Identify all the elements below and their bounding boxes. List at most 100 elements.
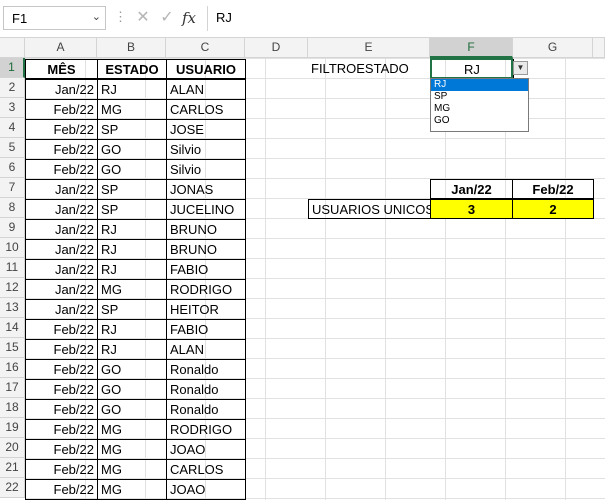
dropdown-arrow-icon[interactable]: ▼ xyxy=(513,61,528,75)
column-header-a[interactable]: A xyxy=(25,38,97,58)
table-header-1[interactable]: ESTADO xyxy=(97,59,167,79)
table-cell[interactable]: GO xyxy=(97,139,167,160)
table-cell[interactable]: RODRIGO xyxy=(166,279,246,300)
table-cell[interactable]: Silvio xyxy=(166,139,246,160)
row-header-7[interactable]: 7 xyxy=(0,178,25,198)
column-header-e[interactable]: E xyxy=(308,38,430,58)
dropdown-option-go[interactable]: GO xyxy=(431,115,528,127)
row-header-8[interactable]: 8 xyxy=(0,198,25,218)
table-cell[interactable]: Feb/22 xyxy=(25,419,98,440)
row-header-10[interactable]: 10 xyxy=(0,238,25,258)
table-cell[interactable]: Ronaldo xyxy=(166,359,246,380)
table-cell[interactable]: GO xyxy=(97,159,167,180)
row-header-6[interactable]: 6 xyxy=(0,158,25,178)
row-header-21[interactable]: 21 xyxy=(0,458,25,478)
row-header-14[interactable]: 14 xyxy=(0,318,25,338)
row-header-19[interactable]: 19 xyxy=(0,418,25,438)
table-cell[interactable]: Jan/22 xyxy=(25,259,98,280)
row-header-22[interactable]: 22 xyxy=(0,478,25,498)
select-all-corner[interactable] xyxy=(0,38,25,58)
dropdown-option-sp[interactable]: SP xyxy=(431,91,528,103)
more-options-icon[interactable]: ⋮ xyxy=(114,9,127,25)
table-cell[interactable]: RJ xyxy=(97,259,167,280)
table-cell[interactable]: RJ xyxy=(97,339,167,360)
table-cell[interactable]: Jan/22 xyxy=(25,219,98,240)
table-cell[interactable]: HEITOR xyxy=(166,299,246,320)
table-cell[interactable]: JOAO xyxy=(166,439,246,460)
table-cell[interactable]: Feb/22 xyxy=(25,159,98,180)
table-cell[interactable]: Feb/22 xyxy=(25,379,98,400)
row-header-13[interactable]: 13 xyxy=(0,298,25,318)
name-box[interactable]: F1 ⌄ xyxy=(3,6,106,30)
column-header-b[interactable]: B xyxy=(97,38,166,58)
column-header-d[interactable]: D xyxy=(245,38,308,58)
table-cell[interactable]: Feb/22 xyxy=(25,319,98,340)
row-header-18[interactable]: 18 xyxy=(0,398,25,418)
row-header-20[interactable]: 20 xyxy=(0,438,25,458)
table-cell[interactable]: FABIO xyxy=(166,259,246,280)
cancel-icon[interactable]: ✕ xyxy=(132,6,154,30)
table-cell[interactable]: BRUNO xyxy=(166,239,246,260)
table-cell[interactable]: JUCELINO xyxy=(166,199,246,220)
table-cell[interactable]: Jan/22 xyxy=(25,179,98,200)
table-cell[interactable]: RJ xyxy=(97,219,167,240)
table-cell[interactable]: RJ xyxy=(97,319,167,340)
table-cell[interactable]: Jan/22 xyxy=(25,79,98,100)
row-header-16[interactable]: 16 xyxy=(0,358,25,378)
table-cell[interactable]: CARLOS xyxy=(166,459,246,480)
row-header-3[interactable]: 3 xyxy=(0,98,25,118)
insert-function-icon[interactable]: fx xyxy=(182,6,204,30)
table-cell[interactable]: Feb/22 xyxy=(25,339,98,360)
table-cell[interactable]: CARLOS xyxy=(166,99,246,120)
table-cell[interactable]: ALAN xyxy=(166,339,246,360)
table-cell[interactable]: RJ xyxy=(97,239,167,260)
table-cell[interactable]: Jan/22 xyxy=(25,299,98,320)
table-cell[interactable]: MG xyxy=(97,419,167,440)
table-cell[interactable]: Feb/22 xyxy=(25,479,98,500)
column-header-c[interactable]: C xyxy=(166,38,245,58)
summary-value-jan[interactable]: 3 xyxy=(430,199,513,219)
column-header-h[interactable] xyxy=(593,38,605,58)
row-header-17[interactable]: 17 xyxy=(0,378,25,398)
row-header-15[interactable]: 15 xyxy=(0,338,25,358)
table-cell[interactable]: JOSE xyxy=(166,119,246,140)
table-cell[interactable]: MG xyxy=(97,279,167,300)
row-header-4[interactable]: 4 xyxy=(0,118,25,138)
table-cell[interactable]: MG xyxy=(97,439,167,460)
table-cell[interactable]: Feb/22 xyxy=(25,139,98,160)
table-cell[interactable]: MG xyxy=(97,459,167,480)
table-cell[interactable]: MG xyxy=(97,479,167,500)
table-cell[interactable]: Feb/22 xyxy=(25,439,98,460)
dropdown-option-mg[interactable]: MG xyxy=(431,103,528,115)
table-cell[interactable]: Feb/22 xyxy=(25,119,98,140)
table-cell[interactable]: JONAS xyxy=(166,179,246,200)
table-cell[interactable]: Feb/22 xyxy=(25,399,98,420)
table-cell[interactable]: GO xyxy=(97,359,167,380)
summary-month-feb[interactable]: Feb/22 xyxy=(512,179,594,199)
row-header-5[interactable]: 5 xyxy=(0,138,25,158)
column-header-f[interactable]: F xyxy=(430,38,513,58)
table-cell[interactable]: Feb/22 xyxy=(25,459,98,480)
table-cell[interactable]: GO xyxy=(97,379,167,400)
table-cell[interactable]: GO xyxy=(97,399,167,420)
dropdown-option-rj[interactable]: RJ xyxy=(431,79,528,91)
table-cell[interactable]: RJ xyxy=(97,79,167,100)
table-cell[interactable]: Feb/22 xyxy=(25,99,98,120)
table-cell[interactable]: Ronaldo xyxy=(166,379,246,400)
table-header-0[interactable]: MÊS xyxy=(25,59,98,79)
row-header-9[interactable]: 9 xyxy=(0,218,25,238)
summary-value-feb[interactable]: 2 xyxy=(512,199,594,219)
table-cell[interactable]: MG xyxy=(97,99,167,120)
table-cell[interactable]: BRUNO xyxy=(166,219,246,240)
formula-input[interactable]: RJ xyxy=(216,10,232,25)
row-header-1[interactable]: 1 xyxy=(0,58,25,78)
table-cell[interactable]: ALAN xyxy=(166,79,246,100)
table-header-2[interactable]: USUARIO xyxy=(166,59,246,79)
table-cell[interactable]: RODRIGO xyxy=(166,419,246,440)
enter-check-icon[interactable]: ✓ xyxy=(156,6,178,30)
table-cell[interactable]: Jan/22 xyxy=(25,239,98,260)
row-header-11[interactable]: 11 xyxy=(0,258,25,278)
table-cell[interactable]: FABIO xyxy=(166,319,246,340)
summary-label[interactable]: USUARIOS UNICOS xyxy=(308,199,431,219)
row-header-12[interactable]: 12 xyxy=(0,278,25,298)
